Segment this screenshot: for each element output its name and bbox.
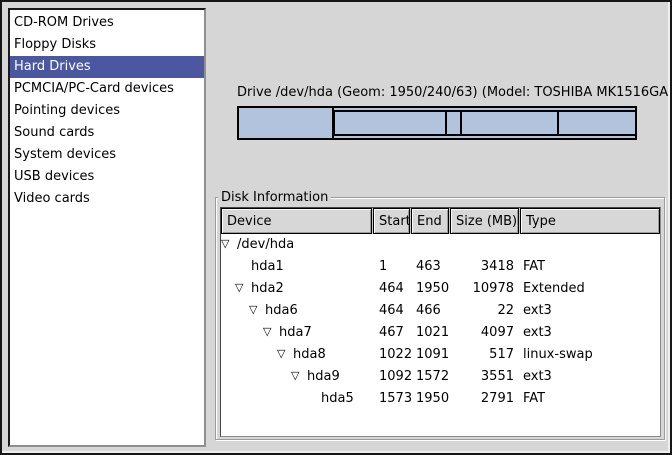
partition-bar (237, 106, 637, 140)
end-cell: 1950 (411, 278, 450, 300)
device-name: hda5 (321, 388, 354, 410)
start-cell (374, 234, 411, 256)
device-cell: ▽hda7 (221, 322, 374, 344)
device-cell: ▽/dev/hda (221, 234, 374, 256)
size-cell: 2791 (450, 388, 519, 410)
device-name: hda9 (307, 366, 340, 388)
end-cell: 1572 (411, 366, 450, 388)
disk-information-table: DeviceStartEndSize (MB)Type ▽/dev/hdahda… (220, 207, 661, 437)
start-cell: 1022 (374, 344, 411, 366)
table-header-row: DeviceStartEndSize (MB)Type (221, 208, 660, 234)
table-row-hda9[interactable]: ▽hda9109215723551ext3 (221, 366, 660, 388)
size-cell: 517 (450, 344, 519, 366)
sidebar-item-cd-rom-drives[interactable]: CD-ROM Drives (10, 12, 204, 34)
sidebar-item-pointing-devices[interactable]: Pointing devices (10, 100, 204, 122)
start-cell: 1573 (374, 388, 411, 410)
type-cell: Extended (519, 278, 660, 300)
table-row-hda2[interactable]: ▽hda2464195010978Extended (221, 278, 660, 300)
device-cell: ▽hda6 (221, 300, 374, 322)
sidebar-item-video-cards[interactable]: Video cards (10, 188, 204, 210)
size-cell: 4097 (450, 322, 519, 344)
start-cell: 467 (374, 322, 411, 344)
disk-information-label: Disk Information (218, 190, 331, 205)
sidebar-item-usb-devices[interactable]: USB devices (10, 166, 204, 188)
device-cell: ▽hda8 (221, 344, 374, 366)
table-row-hda5[interactable]: hda5 157319502791FAT (221, 388, 660, 410)
device-name: hda7 (279, 322, 312, 344)
sidebar-item-sound-cards[interactable]: Sound cards (10, 122, 204, 144)
sidebar-item-system-devices[interactable]: System devices (10, 144, 204, 166)
expander-triangle-icon[interactable]: ▽ (249, 300, 265, 321)
size-cell: 10978 (450, 278, 519, 300)
partition-boundary-hda7 (445, 112, 447, 134)
end-cell: 1091 (411, 344, 450, 366)
size-cell (450, 234, 519, 256)
device-cell: hda1 (221, 256, 374, 278)
partition-boundary-hda9 (557, 112, 559, 134)
end-cell: 466 (411, 300, 450, 322)
type-cell: FAT (519, 388, 660, 410)
expander-triangle-icon[interactable]: ▽ (235, 278, 251, 299)
partition-boundary-hda6 (333, 112, 335, 134)
start-cell: 464 (374, 300, 411, 322)
start-cell: 1 (374, 256, 411, 278)
type-cell: FAT (519, 256, 660, 278)
table-body: ▽/dev/hdahda114633418FAT▽hda246419501097… (221, 234, 660, 410)
start-cell: 1092 (374, 366, 411, 388)
expander-triangle-icon[interactable]: ▽ (221, 234, 237, 255)
column-header-start[interactable]: Start (373, 208, 410, 234)
size-cell: 22 (450, 300, 519, 322)
size-cell: 3551 (450, 366, 519, 388)
drive-title: Drive /dev/hda (Geom: 1950/240/63) (Mode… (237, 85, 672, 100)
device-category-list: CD-ROM DrivesFloppy DisksHard DrivesPCMC… (8, 8, 206, 447)
table-row-hda8[interactable]: ▽hda810221091517linux-swap (221, 344, 660, 366)
end-cell (411, 234, 450, 256)
end-cell: 463 (411, 256, 450, 278)
expander-triangle-icon[interactable]: ▽ (263, 322, 279, 343)
type-cell: ext3 (519, 366, 660, 388)
device-name: hda1 (251, 256, 284, 278)
column-header-device[interactable]: Device (221, 208, 372, 234)
table-row-hda7[interactable]: ▽hda746710214097ext3 (221, 322, 660, 344)
type-cell: ext3 (519, 322, 660, 344)
sidebar-item-floppy-disks[interactable]: Floppy Disks (10, 34, 204, 56)
device-cell: ▽hda9 (221, 366, 374, 388)
device-cell: ▽hda2 (221, 278, 374, 300)
device-name: /dev/hda (237, 234, 294, 256)
device-name: hda6 (265, 300, 298, 322)
sidebar-item-hard-drives[interactable]: Hard Drives (10, 56, 204, 78)
size-cell: 3418 (450, 256, 519, 278)
column-header-type[interactable]: Type (520, 208, 660, 234)
table-row-hda6[interactable]: ▽hda646446622ext3 (221, 300, 660, 322)
type-cell: ext3 (519, 300, 660, 322)
device-cell: hda5 (221, 388, 374, 410)
type-cell (519, 234, 660, 256)
end-cell: 1021 (411, 322, 450, 344)
partition-boundary-hda8 (460, 112, 462, 134)
column-header-end[interactable]: End (411, 208, 449, 234)
partition-bar-inner (239, 108, 635, 138)
expander-triangle-icon[interactable]: ▽ (277, 344, 293, 365)
device-name: hda8 (293, 344, 326, 366)
column-header-size-mb[interactable]: Size (MB) (450, 208, 519, 234)
sidebar-item-pcmcia-pc-card-devices[interactable]: PCMCIA/PC-Card devices (10, 78, 204, 100)
start-cell: 464 (374, 278, 411, 300)
extended-partition-region-hda2 (333, 110, 635, 136)
table-row-hda1[interactable]: hda1 14633418FAT (221, 256, 660, 278)
end-cell: 1950 (411, 388, 450, 410)
device-name: hda2 (251, 278, 284, 300)
type-cell: linux-swap (519, 344, 660, 366)
expander-triangle-icon[interactable]: ▽ (291, 366, 307, 387)
table-row-dev-hda[interactable]: ▽/dev/hda (221, 234, 660, 256)
